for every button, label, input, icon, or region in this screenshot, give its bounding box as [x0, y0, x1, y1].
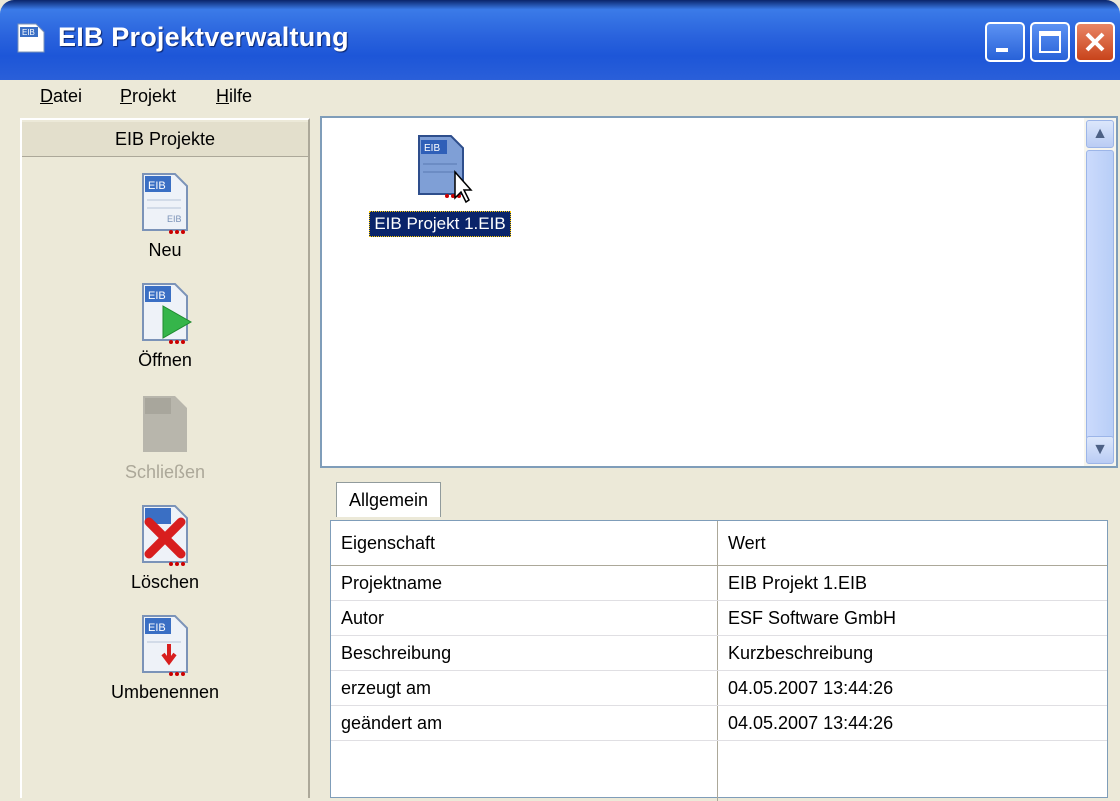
menu-datei[interactable]: Datei	[40, 86, 82, 107]
empty-cell	[718, 741, 1105, 801]
svg-text:EIB: EIB	[148, 290, 166, 302]
new-project-icon: EIB EIB	[142, 173, 188, 234]
property-value: 04.05.2007 13:44:26	[728, 678, 894, 698]
property-value: Kurzbeschreibung	[728, 643, 874, 663]
table-row[interactable]: Autor ESF Software GmbH	[331, 601, 1107, 636]
open-label: Öffnen	[138, 350, 192, 370]
close-project-button: Schließen	[22, 388, 308, 483]
close-button[interactable]	[1075, 22, 1115, 62]
delete-project-icon	[142, 505, 188, 566]
rename-label: Umbenennen	[110, 682, 220, 702]
close-icon	[1085, 32, 1105, 52]
rename-button[interactable]: EIB Umbenennen	[22, 608, 308, 703]
sidebar-header: EIB Projekte	[22, 122, 308, 157]
window-title: EIB Projektverwaltung	[58, 22, 349, 52]
rename-project-icon: EIB	[142, 615, 188, 676]
empty-cell	[331, 741, 718, 801]
open-button[interactable]: EIB Öffnen	[22, 276, 308, 371]
delete-button[interactable]: Löschen	[22, 498, 308, 593]
new-label: Neu	[148, 240, 182, 260]
svg-text:EIB: EIB	[148, 180, 166, 192]
properties-grid: Eigenschaft Wert Projektname EIB Projekt…	[330, 520, 1108, 801]
menu-projekt[interactable]: Projekt	[120, 86, 176, 107]
property-name: erzeugt am	[331, 671, 718, 705]
property-value: ESF Software GmbH	[728, 608, 897, 628]
app-icon: EIB	[17, 23, 45, 53]
scroll-down-icon[interactable]: ▼	[1086, 436, 1114, 464]
delete-label: Löschen	[130, 572, 200, 592]
close-project-icon	[143, 396, 187, 452]
column-header-property[interactable]: Eigenschaft	[331, 521, 718, 565]
eib-file-icon: EIB	[418, 135, 473, 204]
title-bar[interactable]: EIB EIB Projektverwaltung	[0, 0, 1120, 80]
property-value: 04.05.2007 13:44:26	[728, 713, 894, 733]
property-name: Beschreibung	[331, 636, 718, 670]
svg-text:EIB: EIB	[22, 28, 35, 37]
property-value: EIB Projekt 1.EIB	[728, 573, 868, 593]
file-item[interactable]: EIB EIB Projekt 1.EIB	[350, 132, 530, 237]
grid-header: Eigenschaft Wert	[331, 521, 1107, 566]
table-row[interactable]: Beschreibung Kurzbeschreibung	[331, 636, 1107, 671]
minimize-button[interactable]	[985, 22, 1025, 62]
scroll-up-icon[interactable]: ▲	[1086, 120, 1114, 148]
maximize-button[interactable]	[1030, 22, 1070, 62]
property-name: geändert am	[331, 706, 718, 740]
properties-panel: Allgemein Eigenschaft Wert Projektname E…	[320, 472, 1118, 801]
close-project-label: Schließen	[124, 462, 206, 482]
minimize-icon	[996, 48, 1008, 52]
menu-hilfe[interactable]: Hilfe	[216, 86, 252, 107]
svg-text:EIB: EIB	[148, 622, 166, 634]
svg-text:EIB: EIB	[167, 214, 182, 224]
column-header-value[interactable]: Wert	[718, 521, 1105, 565]
project-file-view[interactable]: EIB EIB Projekt 1.EIB ▲ ▼	[320, 116, 1118, 468]
table-row-empty[interactable]	[331, 741, 1107, 801]
vertical-scrollbar[interactable]: ▲ ▼	[1084, 118, 1116, 466]
property-name: Autor	[331, 601, 718, 635]
maximize-icon	[1039, 31, 1061, 53]
open-project-icon: EIB	[142, 283, 193, 344]
table-row[interactable]: Projektname EIB Projekt 1.EIB	[331, 566, 1107, 601]
project-sidebar: EIB Projekte EIB EIB Neu EIB Öffnen Schl…	[20, 118, 310, 798]
scroll-thumb[interactable]	[1086, 150, 1114, 440]
file-name[interactable]: EIB Projekt 1.EIB	[369, 211, 511, 237]
new-button[interactable]: EIB EIB Neu	[22, 166, 308, 261]
svg-text:EIB: EIB	[424, 143, 440, 154]
property-name: Projektname	[331, 566, 718, 600]
menu-bar: Datei Projekt Hilfe	[0, 80, 1120, 114]
table-row[interactable]: geändert am 04.05.2007 13:44:26	[331, 706, 1107, 741]
table-row[interactable]: erzeugt am 04.05.2007 13:44:26	[331, 671, 1107, 706]
tab-allgemein[interactable]: Allgemein	[336, 482, 442, 517]
